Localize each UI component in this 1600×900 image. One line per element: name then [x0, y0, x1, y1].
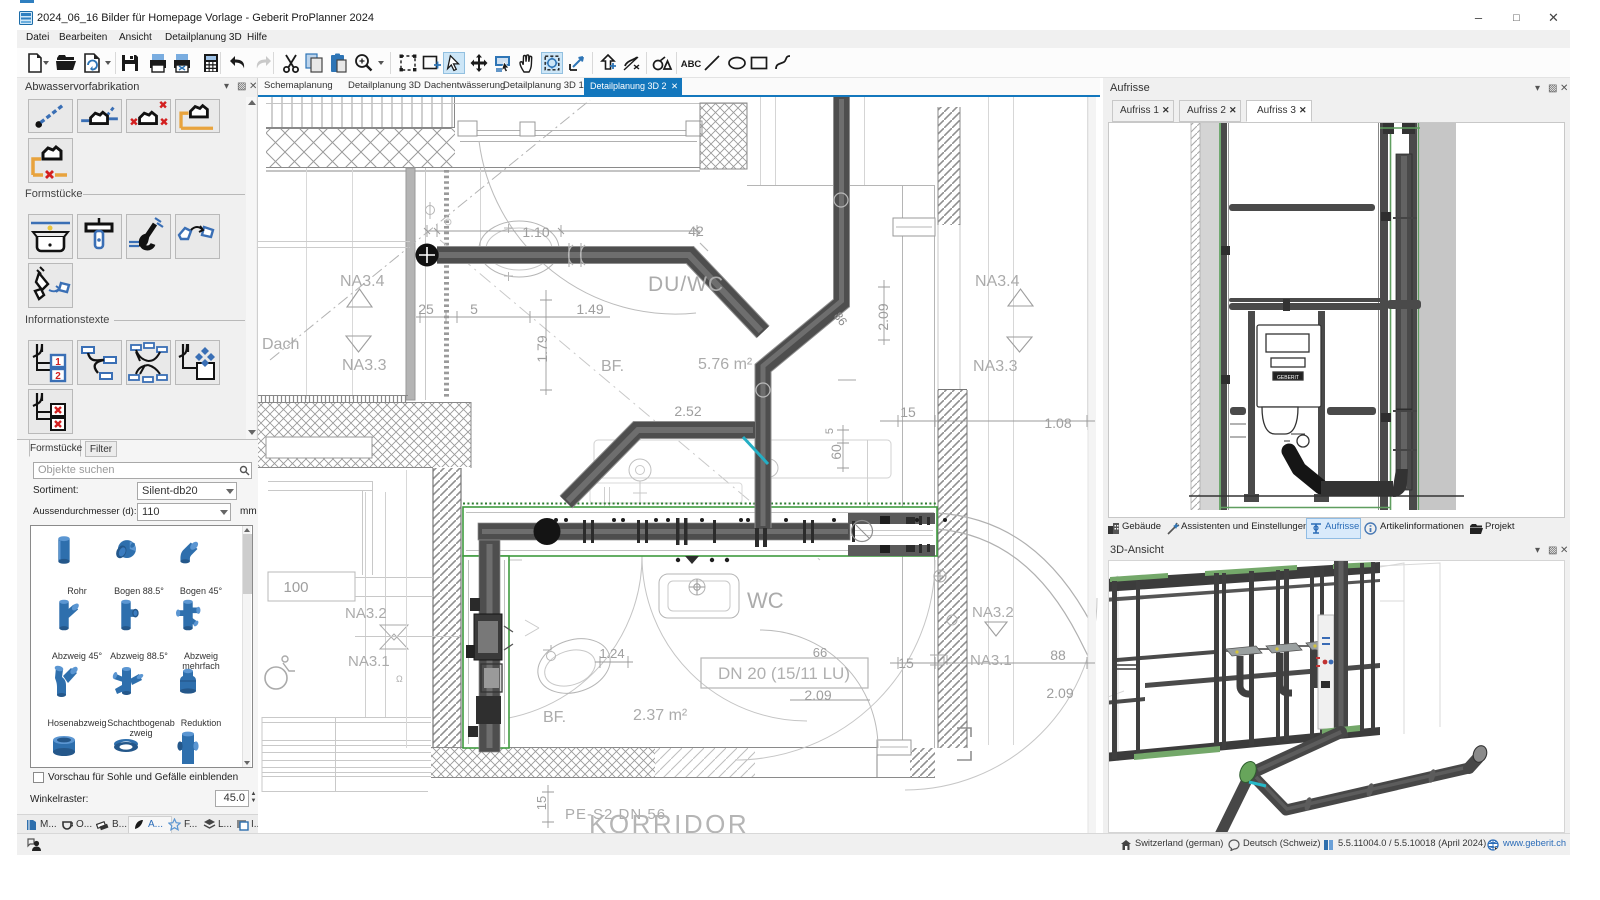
svg-text:1.49: 1.49 [576, 301, 603, 317]
svg-text:88: 88 [1050, 647, 1066, 663]
svg-text:2.37 m²: 2.37 m² [633, 707, 688, 724]
svg-text:100: 100 [283, 579, 308, 596]
svg-text:NA3.4: NA3.4 [340, 273, 385, 290]
svg-text:DN 20 (15/11 LU): DN 20 (15/11 LU) [718, 664, 850, 683]
svg-text:15: 15 [534, 796, 549, 810]
svg-text:15: 15 [898, 655, 914, 671]
svg-text:DU/WC: DU/WC [648, 273, 724, 296]
svg-text:1: 1 [55, 357, 61, 368]
svg-text:Dach: Dach [262, 336, 299, 353]
svg-text:2.52: 2.52 [674, 403, 701, 419]
svg-text:1.24: 1.24 [599, 646, 624, 661]
svg-text:2: 2 [55, 371, 61, 382]
svg-text:NA3.4: NA3.4 [975, 273, 1020, 290]
svg-text:1.08: 1.08 [1044, 415, 1071, 431]
svg-text:2.09: 2.09 [804, 687, 831, 703]
svg-text:5.76 m²: 5.76 m² [698, 356, 753, 373]
svg-text:2.09: 2.09 [875, 303, 891, 330]
svg-text:25: 25 [418, 301, 434, 317]
svg-text:5: 5 [470, 301, 478, 317]
svg-text:NA3.3: NA3.3 [973, 358, 1018, 375]
svg-text:ABC: ABC [681, 59, 702, 70]
svg-text:NA3.3: NA3.3 [342, 357, 387, 374]
svg-text:42: 42 [688, 223, 704, 239]
svg-text:5: 5 [824, 428, 836, 434]
svg-text:KORRIDOR: KORRIDOR [589, 809, 749, 833]
svg-text:15: 15 [900, 404, 916, 420]
svg-text:1.10: 1.10 [522, 224, 549, 240]
svg-text:BF.: BF. [601, 358, 624, 375]
svg-text:GEBERIT: GEBERIT [1277, 375, 1299, 381]
svg-text:1.79: 1.79 [534, 335, 550, 362]
svg-text:NA3.2: NA3.2 [972, 604, 1014, 621]
svg-text:NA3.2: NA3.2 [345, 605, 387, 622]
svg-text:WC: WC [747, 588, 784, 613]
svg-text:NA3.1: NA3.1 [970, 652, 1012, 669]
svg-text:NA3.1: NA3.1 [348, 653, 390, 670]
svg-text:2.09: 2.09 [1046, 685, 1073, 701]
svg-text:Ω: Ω [396, 674, 403, 684]
svg-text:BF.: BF. [543, 709, 566, 726]
svg-text:60: 60 [828, 444, 844, 460]
